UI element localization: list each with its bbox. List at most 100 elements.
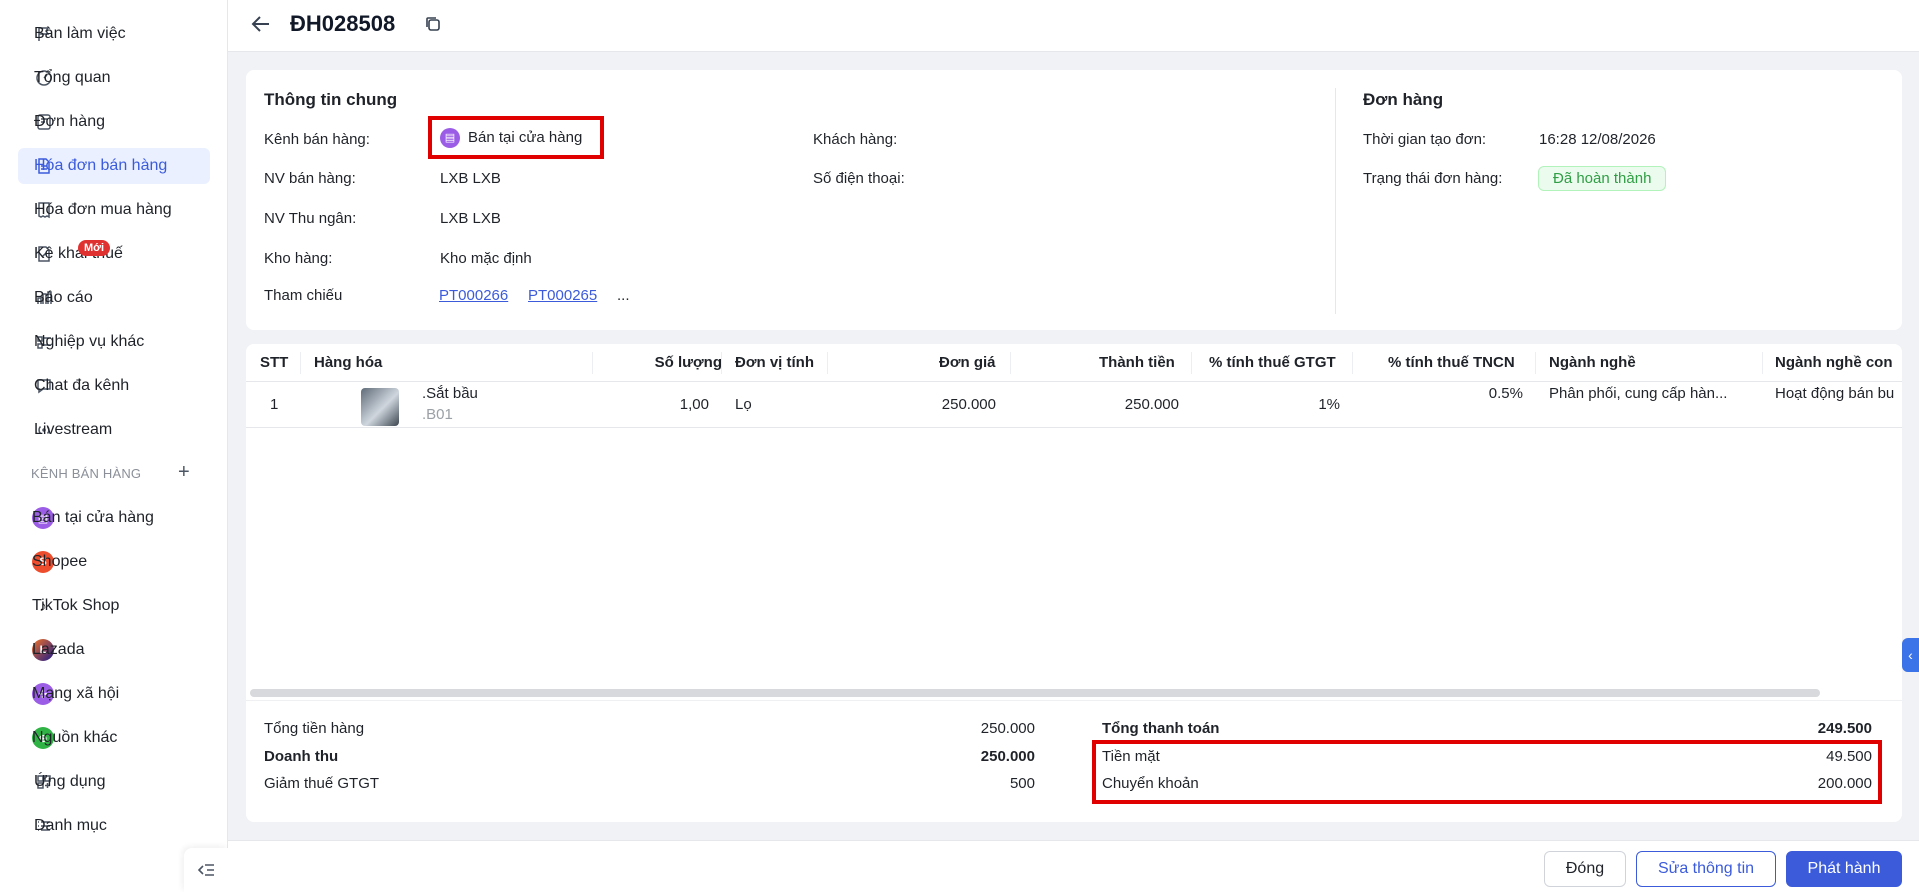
sidebar-channel-tiktok[interactable]: ♪ TikTok Shop <box>18 588 210 624</box>
customer-label: Khách hàng: <box>813 131 898 148</box>
column-divider <box>592 352 593 374</box>
issue-button[interactable]: Phát hành <box>1786 851 1902 887</box>
col-vat: % tính thuế GTGT <box>1209 354 1336 371</box>
table-row[interactable]: 1 .Sắt bầu .B01 1,00 Lọ 250.000 250.000 … <box>246 382 1902 428</box>
sidebar-item-overview[interactable]: Tổng quan <box>18 60 210 96</box>
seller-value: LXB LXB <box>440 170 501 187</box>
sidebar-item-orders[interactable]: Đơn hàng <box>18 104 210 140</box>
sidebar-item-label: Chat đa kênh <box>34 377 130 394</box>
cash-value: 49.500 <box>1826 748 1872 765</box>
sidebar-item-label: Shopee <box>32 553 88 570</box>
column-divider <box>1191 352 1192 374</box>
col-unit: Đơn vị tính <box>735 354 814 371</box>
sidebar-item-label: Báo cáo <box>34 289 93 306</box>
column-divider <box>827 352 828 374</box>
sidebar-item-other-ops[interactable]: Nghiệp vụ khác <box>18 324 210 360</box>
sidebar-item-chat[interactable]: Chat đa kênh <box>18 368 210 404</box>
close-button[interactable]: Đóng <box>1544 851 1626 887</box>
reference-more[interactable]: ... <box>617 287 630 304</box>
horizontal-scrollbar[interactable] <box>250 689 1820 697</box>
reference-label: Tham chiếu <box>264 287 343 304</box>
transfer-label: Chuyển khoản <box>1102 775 1199 792</box>
cash-label: Tiền mặt <box>1102 748 1160 765</box>
product-thumbnail <box>361 388 399 426</box>
column-divider <box>721 352 722 374</box>
sidebar-item-purchase-invoice[interactable]: Hóa đơn mua hàng <box>18 192 210 228</box>
seller-label: NV bán hàng: <box>264 170 356 187</box>
sidebar-item-label: Tổng quan <box>34 69 111 86</box>
sidebar-item-livestream[interactable]: Livestream <box>18 412 210 448</box>
order-status-label: Trạng thái đơn hàng: <box>1363 170 1503 187</box>
row-vat: 1% <box>1318 396 1340 413</box>
chevron-left-icon[interactable]: ‹ <box>1902 638 1919 672</box>
row-unit: Lọ <box>735 396 752 413</box>
product-name: .Sắt bầu <box>422 385 478 402</box>
collapse-sidebar-icon[interactable] <box>184 848 228 892</box>
sidebar-item-label: Đơn hàng <box>34 113 105 130</box>
new-badge: Mới <box>78 240 111 256</box>
col-price: Đơn giá <box>939 354 996 371</box>
add-channel-icon[interactable]: + <box>178 461 190 484</box>
channel-label: Kênh bán hàng: <box>264 131 370 148</box>
summary-divider <box>246 700 1902 701</box>
sidebar-item-tax-declaration[interactable]: Kê khai thuế Mới <box>18 236 210 272</box>
sidebar-item-label: Nghiệp vụ khác <box>34 333 145 350</box>
col-stt: STT <box>260 354 289 371</box>
sidebar-channel-shopee[interactable]: S Shopee <box>18 544 210 580</box>
column-divider <box>300 352 301 374</box>
sidebar-channel-social[interactable]: ✣ Mạng xã hội <box>18 676 210 712</box>
sidebar-item-label: Bán tại cửa hàng <box>32 509 154 526</box>
reference-link-1[interactable]: PT000266 <box>439 287 508 304</box>
sidebar-item-reports[interactable]: Báo cáo <box>18 280 210 316</box>
created-time-label: Thời gian tạo đơn: <box>1363 131 1487 148</box>
col-product: Hàng hóa <box>314 354 383 371</box>
warehouse-label: Kho hàng: <box>264 250 333 267</box>
cashier-label: NV Thu ngân: <box>264 210 357 227</box>
warehouse-value: Kho mặc định <box>440 250 532 267</box>
product-sku: .B01 <box>422 406 453 423</box>
row-stt: 1 <box>270 396 279 413</box>
goods-total-value: 250.000 <box>980 720 1035 737</box>
sidebar-item-label: Hóa đơn bán hàng <box>34 157 168 174</box>
column-divider <box>1010 352 1011 374</box>
sidebar-item-label: Lazada <box>32 641 85 658</box>
col-pit: % tính thuế TNCN <box>1388 354 1515 371</box>
copy-icon[interactable] <box>424 15 442 33</box>
vat-discount-link[interactable]: Giảm thuế GTGT <box>264 775 379 792</box>
sidebar-item-catalog[interactable]: Danh mục <box>18 808 210 844</box>
sidebar-item-sales-invoice[interactable]: Hóa đơn bán hàng <box>18 148 210 184</box>
back-arrow-icon[interactable] <box>250 13 272 41</box>
grand-total-label: Tổng thanh toán <box>1102 720 1220 737</box>
sidebar-channel-store[interactable]: ▤ Bán tại cửa hàng <box>18 500 210 536</box>
sidebar-item-label: Nguồn khác <box>32 729 118 746</box>
column-divider <box>1762 352 1763 374</box>
col-sub-industry: Ngành nghề con <box>1775 354 1893 371</box>
reference-link-2[interactable]: PT000265 <box>528 287 597 304</box>
grand-total-value: 249.500 <box>1817 720 1872 737</box>
row-industry: Phân phối, cung cấp hàn... <box>1549 385 1728 402</box>
vat-discount-value: 500 <box>1009 775 1035 792</box>
topbar: ĐH028508 <box>228 0 1919 52</box>
footer-bar: Đóng Sửa thông tin Phát hành <box>228 840 1919 892</box>
row-qty: 1,00 <box>679 396 709 413</box>
status-badge: Đã hoàn thành <box>1538 166 1667 191</box>
sidebar-item-workspace[interactable]: Bàn làm việc <box>18 16 210 52</box>
row-pit: 0.5% <box>1488 385 1523 402</box>
order-section-title: Đơn hàng <box>1363 90 1444 109</box>
row-price: 250.000 <box>941 396 996 413</box>
created-time-value: 16:28 12/08/2026 <box>1539 131 1656 148</box>
sidebar-channel-other[interactable]: ⊕ Nguồn khác <box>18 720 210 756</box>
sidebar-channel-lazada[interactable]: L Lazada <box>18 632 210 668</box>
column-divider <box>1352 352 1353 374</box>
sidebar: Bàn làm việc Tổng quan Đơn hàng Hóa đơn … <box>0 0 228 892</box>
sidebar-item-label: Ứng dụng <box>34 773 106 790</box>
channel-value: ▤ Bán tại cửa hàng <box>428 116 604 159</box>
edit-info-button[interactable]: Sửa thông tin <box>1636 851 1776 887</box>
goods-total-label: Tổng tiền hàng <box>264 720 365 737</box>
row-amount: 250.000 <box>1124 396 1179 413</box>
col-industry: Ngành nghề <box>1549 354 1636 371</box>
sidebar-item-apps[interactable]: Ứng dụng <box>18 764 210 800</box>
row-sub-industry: Hoạt động bán bu <box>1775 385 1895 402</box>
channels-section-title: KÊNH BÁN HÀNG <box>31 466 142 481</box>
sidebar-item-label: TikTok Shop <box>32 597 120 614</box>
